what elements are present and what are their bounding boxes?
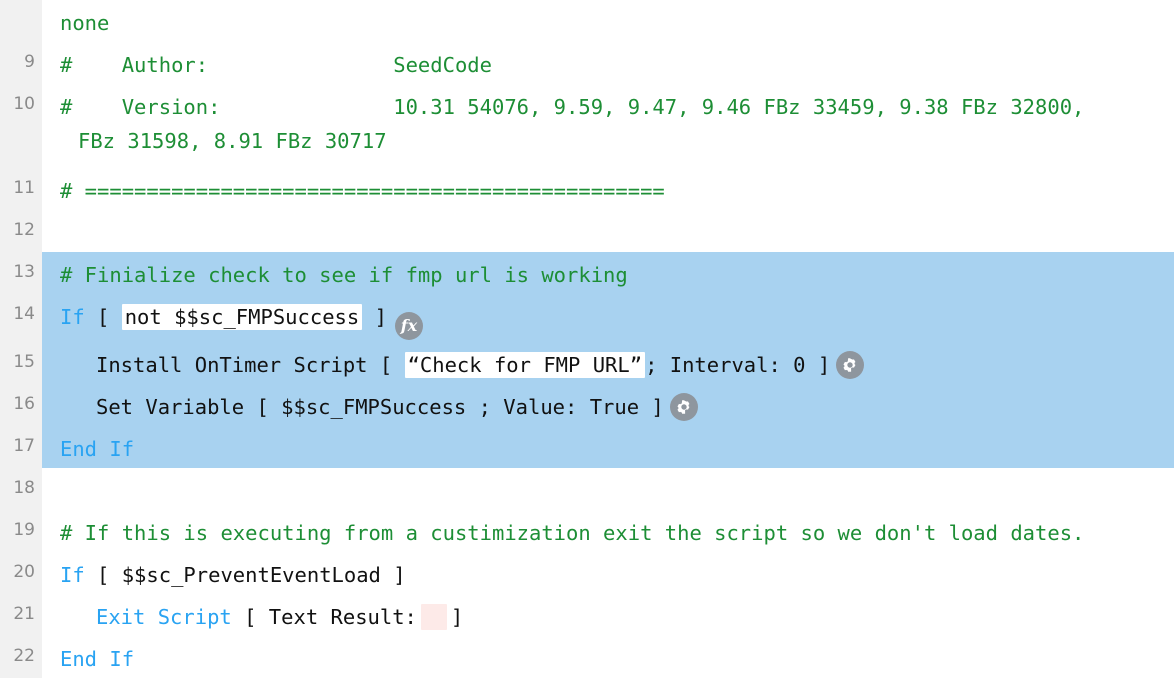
script-step-row[interactable]: 11 # ===================================… xyxy=(0,168,1174,210)
comment-text: # Finialize check to see if fmp url is w… xyxy=(60,263,628,287)
gear-icon[interactable] xyxy=(836,351,865,379)
step-parameters[interactable]: $$sc_FMPSuccess ; Value: True xyxy=(281,395,639,419)
line-number: 21 xyxy=(0,594,42,636)
line-number: 15 xyxy=(0,342,42,384)
script-step-row[interactable]: 22 End If xyxy=(0,636,1174,678)
script-step-content[interactable]: none xyxy=(42,0,1174,42)
script-step-content[interactable]: If [ $$sc_PreventEventLoad ] xyxy=(42,552,1174,594)
comment-text-wrapped: FBz 31598, 8.91 FBz 30717 xyxy=(78,129,387,153)
text-result-label: Text Result: xyxy=(268,605,417,629)
step-keyword-end-if: End If xyxy=(60,437,135,461)
gear-icon[interactable] xyxy=(669,393,698,421)
script-step-content[interactable]: Install OnTimer Script [ “Check for FMP … xyxy=(42,342,1174,384)
script-step-row[interactable]: 20 If [ $$sc_PreventEventLoad ] xyxy=(0,552,1174,594)
script-step-row-selected[interactable]: 14 If [ not $$sc_FMPSuccess ] fx xyxy=(0,294,1174,342)
script-name-field[interactable]: “Check for FMP URL” xyxy=(404,352,646,378)
close-bracket: ] xyxy=(651,395,664,419)
script-step-row[interactable]: 12 xyxy=(0,210,1174,252)
open-bracket: [ xyxy=(379,353,393,377)
script-step-row-selected[interactable]: 13 # Finialize check to see if fmp url i… xyxy=(0,252,1174,294)
line-number: 14 xyxy=(0,294,42,342)
close-bracket: ] xyxy=(817,353,831,377)
comment-text: none xyxy=(60,11,110,35)
script-step-content[interactable]: End If xyxy=(42,426,1174,468)
fx-icon[interactable]: fx xyxy=(394,312,423,340)
open-bracket: [ xyxy=(97,305,110,329)
script-step-content[interactable]: If [ not $$sc_FMPSuccess ] fx xyxy=(42,294,1174,342)
line-number: 13 xyxy=(0,252,42,294)
script-step-row-selected[interactable]: 15 Install OnTimer Script [ “Check for F… xyxy=(0,342,1174,384)
script-step-content[interactable]: # Finialize check to see if fmp url is w… xyxy=(42,252,1174,294)
script-step-row[interactable]: 21 Exit Script [ Text Result:] xyxy=(0,594,1174,636)
script-step-row-selected[interactable]: 16 Set Variable [ $$sc_FMPSuccess ; Valu… xyxy=(0,384,1174,426)
calculation-field[interactable]: not $$sc_FMPSuccess xyxy=(121,304,363,330)
open-bracket: [ xyxy=(244,605,257,629)
script-workspace-editor: none 9 # Author: SeedCode 10 # Version: … xyxy=(0,0,1174,678)
step-name-set-variable: Set Variable xyxy=(96,395,245,419)
line-number: 11 xyxy=(0,168,42,210)
line-number: 22 xyxy=(0,636,42,678)
open-bracket: [ xyxy=(97,563,110,587)
line-number: 19 xyxy=(0,510,42,552)
script-step-content[interactable]: Exit Script [ Text Result:] xyxy=(42,594,1174,636)
step-parameters: ; Interval: 0 xyxy=(645,353,806,377)
line-number: 17 xyxy=(0,426,42,468)
step-name-install-ontimer-script: Install OnTimer Script xyxy=(96,353,368,377)
line-number: 12 xyxy=(0,210,42,252)
step-keyword-if: If xyxy=(60,305,85,329)
script-step-content[interactable] xyxy=(42,210,1174,252)
text-result-field[interactable] xyxy=(420,604,447,630)
step-keyword-end-if: End If xyxy=(60,647,135,671)
script-step-content[interactable] xyxy=(42,468,1174,510)
script-step-content[interactable]: # If this is executing from a custimizat… xyxy=(42,510,1174,552)
line-number: 10 xyxy=(0,84,42,168)
step-keyword-exit-script: Exit Script xyxy=(96,605,232,629)
open-bracket: [ xyxy=(256,395,269,419)
comment-text: # Version: 10.31 54076, 9.59, 9.47, 9.46… xyxy=(60,95,1085,119)
script-step-row[interactable]: none xyxy=(0,0,1174,42)
script-step-content[interactable]: # Version: 10.31 54076, 9.59, 9.47, 9.46… xyxy=(42,84,1174,168)
close-bracket: ] xyxy=(450,605,464,629)
calculation-field[interactable]: $$sc_PreventEventLoad xyxy=(122,563,381,587)
comment-text: # Author: SeedCode xyxy=(60,53,492,77)
script-step-row[interactable]: 9 # Author: SeedCode xyxy=(0,42,1174,84)
script-step-content[interactable]: End If xyxy=(42,636,1174,678)
script-step-row[interactable]: 10 # Version: 10.31 54076, 9.59, 9.47, 9… xyxy=(0,84,1174,168)
script-step-content[interactable]: # Author: SeedCode xyxy=(42,42,1174,84)
script-step-row[interactable]: 18 xyxy=(0,468,1174,510)
line-number xyxy=(0,0,42,42)
close-bracket: ] xyxy=(393,563,406,587)
comment-text: # If this is executing from a custimizat… xyxy=(60,521,1085,545)
step-keyword-if: If xyxy=(60,563,85,587)
line-number: 16 xyxy=(0,384,42,426)
close-bracket: ] xyxy=(374,305,387,329)
script-step-row[interactable]: 19 # If this is executing from a custimi… xyxy=(0,510,1174,552)
line-number: 18 xyxy=(0,468,42,510)
script-step-row-selected[interactable]: 17 End If xyxy=(0,426,1174,468)
script-step-list[interactable]: none 9 # Author: SeedCode 10 # Version: … xyxy=(0,0,1174,678)
script-step-content[interactable]: # ======================================… xyxy=(42,168,1174,210)
line-number: 20 xyxy=(0,552,42,594)
script-step-content[interactable]: Set Variable [ $$sc_FMPSuccess ; Value: … xyxy=(42,384,1174,426)
comment-divider-text: # ======================================… xyxy=(60,179,665,203)
line-number: 9 xyxy=(0,42,42,84)
